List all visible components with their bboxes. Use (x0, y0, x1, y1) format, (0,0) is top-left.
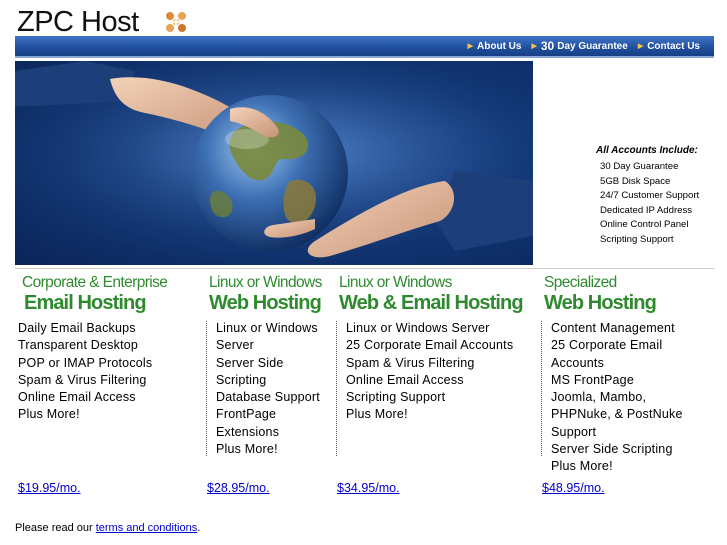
accounts-item: 5GB Disk Space (600, 175, 671, 187)
accounts-title: All Accounts Include: (596, 145, 698, 156)
accounts-list: 30 Day Guarantee 5GB Disk Space 24/7 Cus… (596, 160, 699, 248)
accounts-item: Dedicated IP Address (600, 204, 693, 216)
nav-about-us[interactable]: ▶ About Us (468, 41, 522, 52)
plan-email-hosting-features: Daily Email Backups Transparent Desktop … (18, 320, 152, 424)
feature-item: Plus More! (551, 459, 613, 474)
nav-contact-label: Contact Us (647, 40, 700, 52)
feature-item: Database Support (216, 390, 320, 405)
bullet-arrow-icon: ▶ (531, 43, 537, 50)
feature-item: FrontPage (216, 407, 277, 422)
plan-email-hosting-heading: Corporate & Enterprise Email Hosting (22, 274, 168, 314)
feature-item: Content Management (551, 321, 675, 335)
top-navbar: ▶ About Us ▶ 30 Day Guarantee ▶ Contact … (15, 36, 714, 58)
feature-item: Daily Email Backups (18, 321, 136, 335)
feature-item: 25 Corporate Email Accounts (346, 338, 514, 353)
accounts-item: 30 Day Guarantee (600, 161, 679, 172)
plan-web-hosting-heading: Linux or Windows Web Hosting (209, 274, 322, 314)
plan-title: Email Hosting (24, 292, 147, 314)
globe-in-hands-illustration (15, 61, 533, 265)
feature-item: 25 Corporate Email (551, 338, 663, 353)
feature-item: Scripting Support (346, 390, 446, 405)
feature-item: Scripting (216, 372, 267, 387)
nav-guarantee-number: 30 (540, 39, 555, 53)
feature-item: PHPNuke, & PostNuke (551, 407, 683, 422)
accounts-include-box: All Accounts Include: 30 Day Guarantee 5… (596, 145, 699, 248)
price-link-specialized-hosting[interactable]: $48.95/mo. (542, 481, 605, 495)
price-link-email-hosting[interactable]: $19.95/mo. (18, 481, 81, 495)
plan-subtitle: Linux or Windows (339, 274, 452, 291)
feature-item: Online Email Access (346, 372, 464, 387)
plan-title: Web Hosting (544, 292, 657, 314)
feature-item: Accounts (551, 355, 605, 370)
footer-prefix: Please read our (15, 522, 96, 534)
feature-item: Transparent Desktop (18, 338, 139, 353)
plan-web-email-hosting-heading: Linux or Windows Web & Email Hosting (339, 274, 524, 314)
bullet-arrow-icon: ▶ (637, 43, 644, 50)
plan-subtitle: Linux or Windows (209, 274, 322, 291)
hero-globe-image (15, 61, 533, 265)
bullet-arrow-icon: ▶ (467, 43, 474, 50)
feature-item: Linux or Windows (216, 321, 318, 335)
footer-note: Please read our terms and conditions. (15, 522, 200, 534)
feature-item: Server (216, 338, 255, 353)
feature-item: Joomla, Mambo, (551, 390, 647, 405)
feature-item: Server Side Scripting (551, 442, 673, 457)
plan-specialized-hosting-heading: Specialized Web Hosting (544, 274, 657, 314)
plan-title: Web Hosting (209, 292, 322, 314)
feature-item: Spam & Virus Filtering (18, 372, 147, 387)
feature-item: Extensions (216, 424, 280, 439)
nav-contact-us[interactable]: ▶ Contact Us (638, 41, 700, 52)
plan-subtitle: Corporate & Enterprise (22, 274, 168, 291)
price-link-web-hosting[interactable]: $28.95/mo. (207, 481, 270, 495)
plan-title: Web & Email Hosting (339, 292, 524, 314)
column-divider (541, 321, 542, 456)
section-divider (15, 268, 714, 269)
footer-suffix: . (197, 522, 201, 534)
feature-item: Plus More! (216, 442, 278, 457)
column-divider (336, 321, 337, 456)
logo-icon (166, 12, 186, 32)
accounts-item: Online Control Panel (600, 219, 689, 231)
feature-item: Plus More! (346, 407, 408, 422)
feature-item: Server Side (216, 355, 284, 370)
feature-item: Plus More! (18, 407, 80, 422)
terms-and-conditions-link[interactable]: terms and conditions (96, 522, 198, 534)
plan-web-hosting-features: Linux or Windows Server Server Side Scri… (216, 320, 320, 458)
column-divider (206, 321, 207, 456)
feature-item: MS FrontPage (551, 372, 634, 387)
plan-specialized-hosting-features: Content Management 25 Corporate Email Ac… (551, 320, 683, 476)
nav-30-day-guarantee[interactable]: ▶ 30 Day Guarantee (531, 39, 627, 53)
price-link-web-email-hosting[interactable]: $34.95/mo. (337, 481, 400, 495)
plan-subtitle: Specialized (544, 274, 617, 291)
accounts-item: 24/7 Customer Support (600, 190, 700, 202)
feature-item: Online Email Access (18, 390, 136, 405)
nav-about-label: About Us (477, 40, 522, 52)
plan-web-email-hosting-features: Linux or Windows Server 25 Corporate Ema… (346, 320, 513, 424)
feature-item: Spam & Virus Filtering (346, 355, 475, 370)
feature-item: Linux or Windows Server (346, 321, 490, 335)
accounts-item: Scripting Support (600, 233, 674, 245)
nav-guarantee-label: Day Guarantee (557, 40, 628, 52)
feature-item: Support (551, 424, 597, 439)
feature-item: POP or IMAP Protocols (18, 355, 153, 370)
site-logo[interactable]: ZPC Host (17, 6, 139, 38)
